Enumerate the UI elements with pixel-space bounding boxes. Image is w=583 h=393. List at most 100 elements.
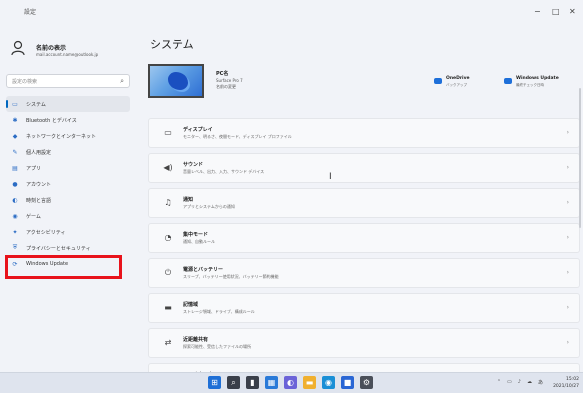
settings-icon[interactable]: ⚙: [360, 376, 373, 389]
store-icon[interactable]: ■: [341, 376, 354, 389]
sidebar-item-network[interactable]: ◆ ネットワークとインターネット: [6, 128, 130, 144]
nearby-sharing-icon: ⇄: [164, 338, 172, 347]
card-subtitle: 探索可能性、受信したファイルの場所: [183, 344, 251, 349]
chevron-right-icon: ›: [566, 164, 569, 171]
chevron-right-icon: ›: [566, 269, 569, 276]
card-subtitle: ストレージ領域、ドライブ、構成ルール: [183, 309, 255, 314]
rename-link[interactable]: 名前の変更: [216, 84, 236, 90]
windows-update-icon: [504, 78, 512, 84]
scrollbar[interactable]: [579, 88, 581, 228]
start-icon[interactable]: ⊞: [208, 376, 221, 389]
sidebar-item-label: Windows Update: [26, 261, 69, 267]
chat-icon[interactable]: ◐: [284, 376, 297, 389]
settings-card-focus-assist[interactable]: ◔ 集中モード 通知、自動ルール ›: [148, 223, 580, 253]
card-title: サウンド: [183, 162, 204, 168]
sidebar-item-label: 時刻と言語: [26, 197, 52, 204]
settings-window: 設定 − □ ✕ 名前の表示 mail.account.name@outlook…: [0, 0, 583, 372]
sidebar-item-label: プライバシーとセキュリティ: [26, 245, 91, 252]
card-subtitle: アプリとシステムからの通知: [183, 204, 235, 209]
windows-update-sub: 最終チェック日時: [516, 83, 544, 87]
edge-icon[interactable]: ◉: [322, 376, 335, 389]
sidebar-item-apps[interactable]: ▤ アプリ: [6, 160, 130, 176]
card-title: 近距離共有: [183, 337, 209, 343]
settings-card-storage[interactable]: ▬ 記憶域 ストレージ領域、ドライブ、構成ルール ›: [148, 293, 580, 323]
taskbar: ⊞ ⌕ ▮ ▦ ◐ ▬ ◉ ■ ⚙ ⌃ ▭ ♪ ☁ あ 15:02 2021/10/27: [0, 372, 583, 393]
onedrive-title: OneDrive: [446, 76, 470, 81]
network-icon: ◆: [12, 132, 18, 140]
chevron-right-icon: ›: [566, 339, 569, 346]
clock[interactable]: 15:02 2021/10/27: [553, 376, 579, 390]
show-hidden-icons-icon[interactable]: ⌃: [497, 379, 501, 386]
clock-date: 2021/10/27: [553, 384, 579, 389]
search-icon[interactable]: ⌕: [227, 376, 240, 389]
windows-update-icon: ⟳: [12, 260, 18, 268]
user-icon: [11, 40, 25, 56]
sidebar-item-label: Bluetooth とデバイス: [26, 117, 77, 124]
maximize-button[interactable]: □: [552, 7, 560, 17]
search-icon: ⌕: [120, 77, 124, 85]
onedrive-sub: バックアップ: [446, 83, 467, 87]
desktop-thumbnail: [148, 64, 204, 98]
device-info: PC名 Surface Pro 7 名前の変更 OneDrive バックアップ …: [148, 64, 568, 100]
sidebar-item-personalization[interactable]: ✎ 個人用設定: [6, 144, 130, 160]
settings-card-multitasking[interactable]: ▢マルチタスクウィンドウのスナップ、デスクトップ、タスクの切り替え›: [148, 363, 580, 372]
sidebar-item-label: ゲーム: [26, 213, 41, 220]
sidebar-item-system[interactable]: ▭ システム: [6, 96, 130, 112]
settings-card-power-battery[interactable]: ⏻ 電源とバッテリー スリープ、バッテリー使用状況、バッテリー節約機能 ›: [148, 258, 580, 288]
user-account[interactable]: 名前の表示 mail.account.name@outlook.jp: [8, 38, 133, 64]
battery-icon[interactable]: ▭: [507, 379, 512, 386]
card-title: 電源とバッテリー: [183, 267, 224, 273]
chevron-right-icon: ›: [566, 304, 569, 311]
search-placeholder: 設定の検索: [12, 79, 38, 85]
card-title: 記憶域: [183, 302, 199, 308]
sidebar-item-time-language[interactable]: ◐ 時刻と言語: [6, 192, 130, 208]
apps-icon: ▤: [12, 164, 18, 172]
ime-icon[interactable]: あ: [538, 379, 543, 386]
card-subtitle: 音量レベル、出力、入力、サウンド デバイス: [183, 169, 265, 174]
user-name: 名前の表示: [36, 45, 67, 52]
sidebar-item-label: アカウント: [26, 181, 52, 188]
search-input[interactable]: 設定の検索 ⌕: [6, 74, 130, 88]
close-button[interactable]: ✕: [569, 7, 576, 17]
device-model: Surface Pro 7: [216, 78, 243, 83]
privacy-security-icon: ⛨: [12, 244, 18, 251]
card-title: 通知: [183, 197, 194, 203]
settings-card-sound[interactable]: ◀) サウンド 音量レベル、出力、入力、サウンド デバイス ›: [148, 153, 580, 183]
mouse-cursor-icon: I: [329, 172, 332, 182]
app-title: 設定: [24, 9, 37, 16]
minimize-button[interactable]: −: [534, 7, 541, 17]
settings-card-notifications[interactable]: ♫ 通知 アプリとシステムからの通知 ›: [148, 188, 580, 218]
settings-card-nearby-sharing[interactable]: ⇄ 近距離共有 探索可能性、受信したファイルの場所 ›: [148, 328, 580, 358]
device-name: PC名: [216, 71, 229, 77]
windows-update-title: Windows Update: [516, 76, 559, 81]
task-view-icon[interactable]: ▮: [246, 376, 259, 389]
volume-icon[interactable]: ♪: [518, 379, 521, 386]
power-battery-icon: ⏻: [164, 268, 172, 277]
taskbar-icons: ⊞ ⌕ ▮ ▦ ◐ ▬ ◉ ■ ⚙: [208, 376, 373, 389]
chevron-right-icon: ›: [566, 234, 569, 241]
file-explorer-icon[interactable]: ▬: [303, 376, 316, 389]
user-email: mail.account.name@outlook.jp: [36, 52, 99, 57]
system-icon: ▭: [12, 100, 18, 108]
sidebar-item-privacy-security[interactable]: ⛨ プライバシーとセキュリティ: [6, 240, 130, 256]
sidebar-item-gaming[interactable]: ◉ ゲーム: [6, 208, 130, 224]
settings-card-display[interactable]: ▭ ディスプレイ モニター、明るさ、夜間モード、ディスプレイ プロファイル ›: [148, 118, 580, 148]
sidebar-item-accessibility[interactable]: ✦ アクセシビリティ: [6, 224, 130, 240]
sound-icon: ◀): [163, 163, 173, 172]
sidebar-item-label: ネットワークとインターネット: [26, 133, 97, 140]
widgets-icon[interactable]: ▦: [265, 376, 278, 389]
sidebar-item-label: アプリ: [26, 165, 42, 172]
accounts-icon: ●: [12, 180, 18, 188]
clock-time: 15:02: [566, 377, 579, 382]
display-icon: ▭: [164, 128, 172, 137]
network-icon[interactable]: ☁: [527, 379, 532, 386]
sidebar-item-label: 個人用設定: [26, 149, 52, 156]
sidebar-item-accounts[interactable]: ● アカウント: [6, 176, 130, 192]
sidebar-item-label: システム: [26, 101, 46, 108]
sidebar-item-bluetooth[interactable]: ✱ Bluetooth とデバイス: [6, 112, 130, 128]
card-title: ディスプレイ: [183, 127, 213, 133]
sidebar-item-windows-update[interactable]: ⟳ Windows Update: [6, 256, 130, 272]
title-bar: 設定 − □ ✕: [0, 0, 583, 26]
main-content: システム PC名 Surface Pro 7 名前の変更 OneDrive バッ…: [146, 26, 583, 372]
bluetooth-icon: ✱: [12, 116, 18, 124]
